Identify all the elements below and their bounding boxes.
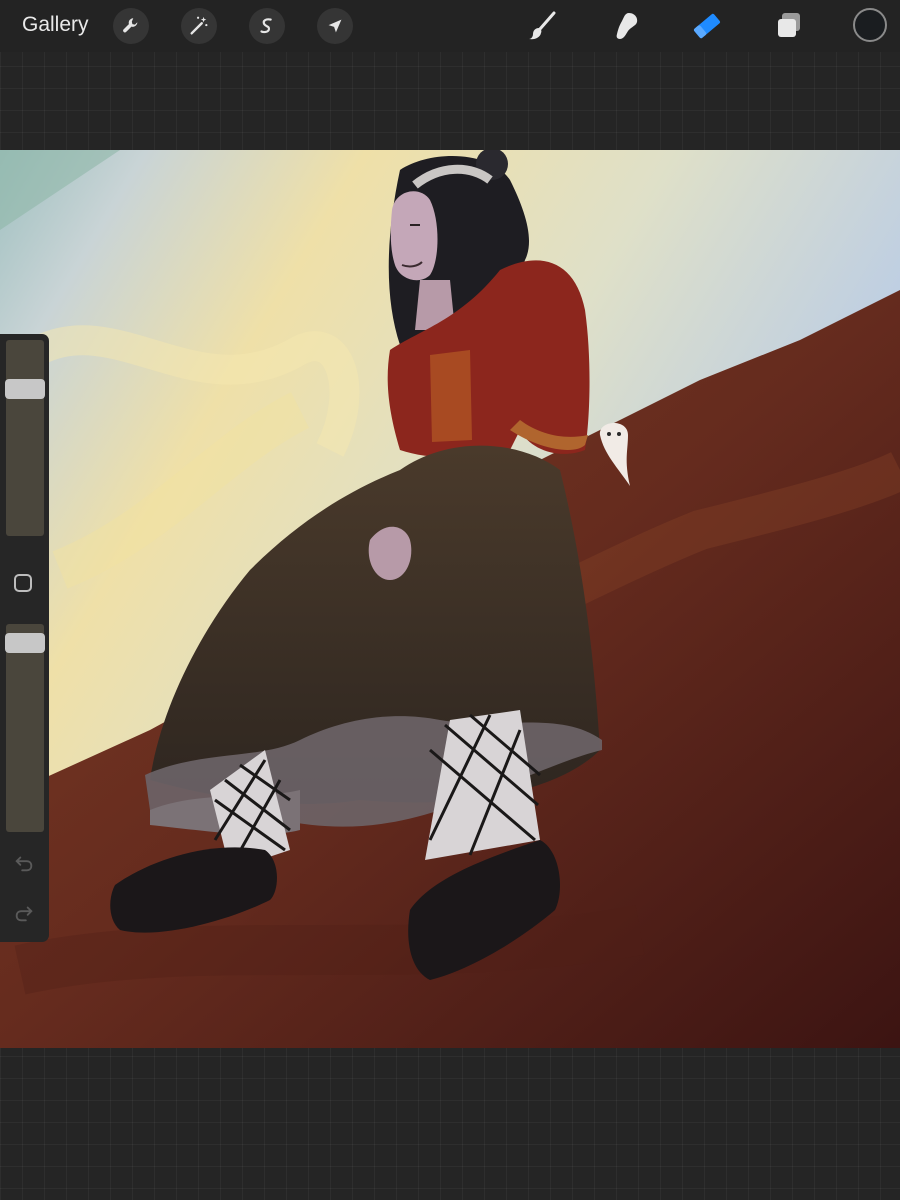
wrench-icon [123, 18, 138, 33]
actions-button[interactable] [113, 8, 149, 44]
magic-wand-icon [190, 16, 208, 35]
top-toolbar: Gallery [0, 0, 900, 52]
brush-size-thumb[interactable] [5, 378, 45, 399]
layers-icon [778, 13, 800, 37]
redo-button[interactable] [10, 899, 38, 927]
transform-arrow-icon [328, 19, 342, 33]
drawing-canvas[interactable] [0, 150, 900, 1048]
opacity-thumb[interactable] [5, 633, 45, 654]
undo-button[interactable] [10, 849, 38, 877]
transform-button[interactable] [317, 8, 353, 44]
gallery-button[interactable]: Gallery [22, 13, 89, 37]
layers-button[interactable] [769, 6, 809, 46]
selection-icon [260, 18, 272, 34]
eraser-icon [694, 13, 720, 39]
redo-icon [15, 906, 33, 922]
adjustments-button[interactable] [181, 8, 217, 44]
modify-square-icon[interactable] [14, 574, 32, 592]
selection-button[interactable] [249, 8, 285, 44]
brush-tool-button[interactable] [523, 6, 563, 46]
smudge-icon [616, 13, 638, 39]
color-picker-button[interactable] [853, 8, 887, 42]
opacity-slider[interactable] [6, 624, 44, 832]
artwork [0, 150, 900, 1048]
eraser-tool-button[interactable] [687, 6, 727, 46]
undo-icon [15, 856, 33, 872]
brush-icon [529, 11, 556, 40]
left-sidebar [0, 334, 49, 942]
smudge-tool-button[interactable] [605, 6, 645, 46]
brush-size-slider[interactable] [6, 340, 44, 536]
